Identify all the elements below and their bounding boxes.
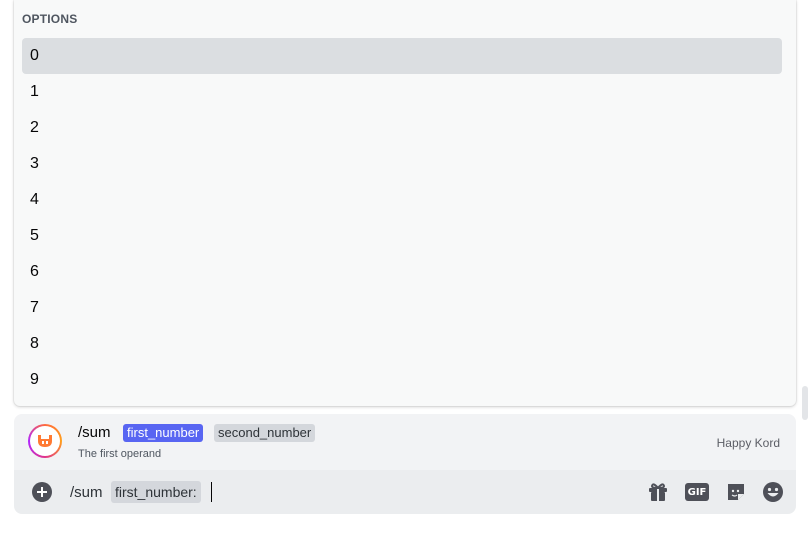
option-label: 6 [30, 263, 39, 280]
option-label: 3 [30, 155, 39, 172]
command-preview: /sum first_number second_number The firs… [14, 414, 796, 470]
input-param-chip[interactable]: first_number: [111, 481, 201, 503]
options-list: 0 1 2 3 4 5 6 7 8 9 [22, 38, 782, 398]
options-header: OPTIONS [22, 12, 78, 26]
option-item[interactable]: 3 [22, 146, 782, 182]
text-caret [211, 482, 212, 502]
app-root: OPTIONS 0 1 2 3 4 5 6 7 8 9 /sum first_n… [0, 0, 812, 538]
param-chip[interactable]: second_number [214, 424, 316, 442]
bot-avatar-icon [28, 424, 62, 458]
command-description: The first operand [78, 448, 162, 460]
param-chip-active[interactable]: first_number [123, 424, 204, 442]
option-item[interactable]: 5 [22, 218, 782, 254]
option-label: 1 [30, 83, 39, 100]
scrollbar-thumb[interactable] [802, 386, 808, 420]
option-item[interactable]: 4 [22, 182, 782, 218]
gif-icon[interactable]: GIF [685, 480, 709, 504]
option-item[interactable]: 6 [22, 254, 782, 290]
option-item[interactable]: 2 [22, 110, 782, 146]
options-popup: OPTIONS 0 1 2 3 4 5 6 7 8 9 [14, 0, 796, 406]
add-circle-icon[interactable] [32, 482, 52, 502]
option-label: 9 [30, 371, 39, 388]
option-label: 8 [30, 335, 39, 352]
emoji-icon[interactable] [761, 480, 785, 504]
command-name: /sum [78, 424, 111, 441]
sticker-icon[interactable] [724, 480, 748, 504]
option-item[interactable]: 8 [22, 326, 782, 362]
option-item[interactable]: 1 [22, 74, 782, 110]
bot-name: Happy Kord [716, 436, 780, 450]
gift-icon[interactable] [646, 480, 670, 504]
option-item[interactable]: 9 [22, 362, 782, 398]
option-item[interactable]: 7 [22, 290, 782, 326]
input-command: /sum [70, 484, 103, 501]
message-input-bar[interactable]: /sum first_number: GIF [14, 470, 796, 514]
option-item[interactable]: 0 [22, 38, 782, 74]
option-label: 5 [30, 227, 39, 244]
option-label: 2 [30, 119, 39, 136]
option-label: 4 [30, 191, 39, 208]
option-label: 7 [30, 299, 39, 316]
option-label: 0 [30, 47, 39, 64]
